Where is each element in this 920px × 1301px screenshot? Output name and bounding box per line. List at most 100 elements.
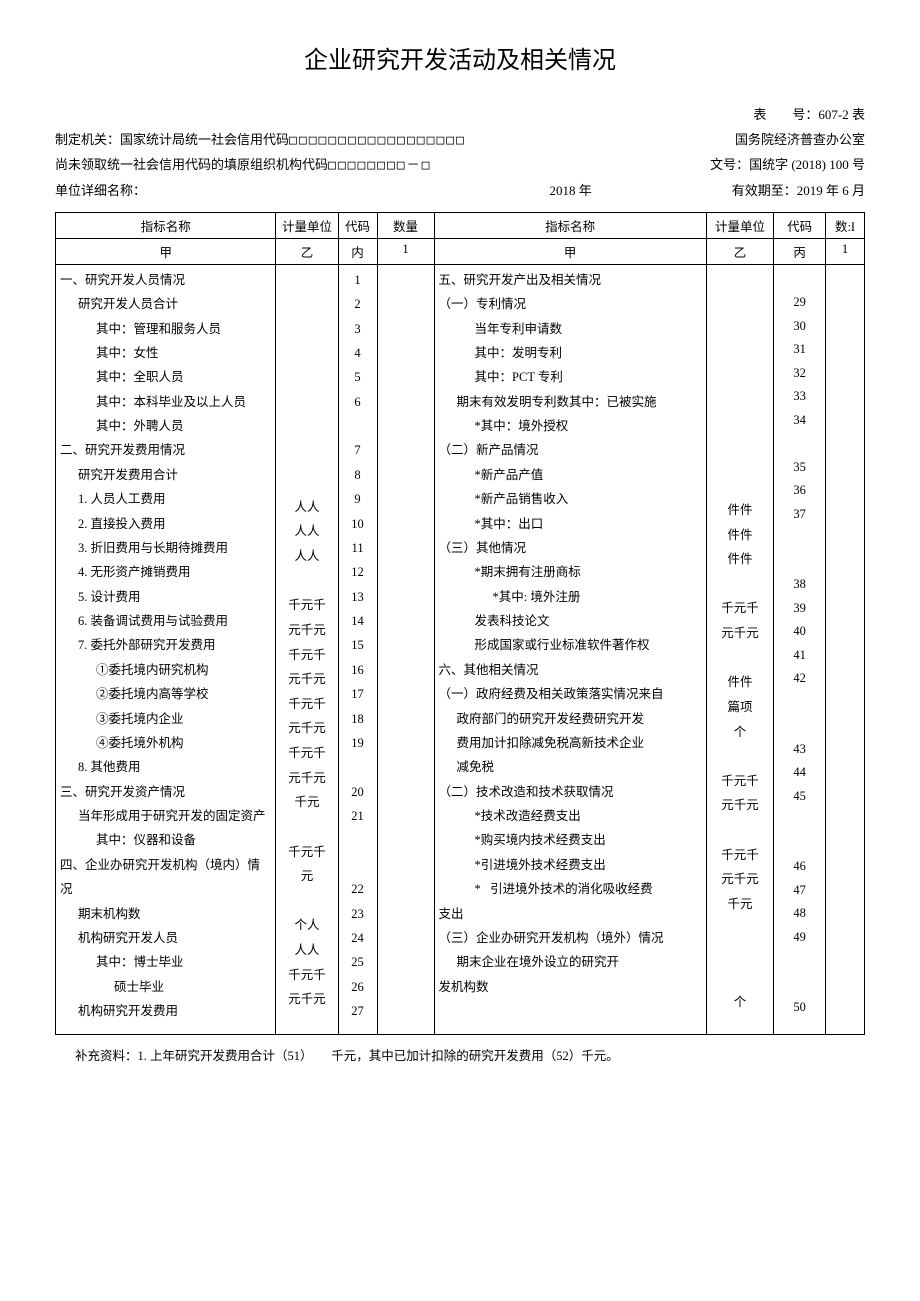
l-r29: 硕士毕业 — [60, 975, 271, 999]
l-r13: 4. 无形资产摊销费用 — [60, 560, 271, 584]
org-boxes: □□□□□□□□－□ — [328, 158, 431, 173]
l-r28: 其中：博士毕业 — [60, 950, 271, 974]
l-r15: 6. 装备调试费用与试验费用 — [60, 609, 271, 633]
agency: 国家统计局 — [120, 132, 185, 147]
r-r8: （二）新产品情况 — [439, 438, 702, 462]
l-r21: 8. 其他费用 — [60, 755, 271, 779]
l-r19: ③委托境内企业 — [60, 707, 271, 731]
r-r22: （二）技术改造和技术获取情况 — [439, 780, 702, 804]
unit-label: 单位详细名称： — [55, 179, 146, 204]
agency-label: 制定机关： — [55, 132, 120, 147]
page-title: 企业研究开发活动及相关情况 — [55, 40, 865, 75]
sub-jia-r: 甲 — [434, 238, 706, 264]
sub-nei: 内 — [338, 238, 377, 264]
r-r27: 支出 — [439, 902, 702, 926]
hdr-indicator-r: 指标名称 — [434, 212, 706, 238]
l-r7: 其中：外聘人员 — [60, 414, 271, 438]
right-qty — [826, 264, 865, 1034]
l-r17: ①委托境内研究机构 — [60, 658, 271, 682]
l-r9: 研究开发费用合计 — [60, 463, 271, 487]
hdr-indicator-l: 指标名称 — [56, 212, 276, 238]
r-r10: *新产品销售收入 — [439, 487, 702, 511]
hdr-code-r: 代码 — [774, 212, 826, 238]
r-r25: *引进境外技术经费支出 — [439, 853, 702, 877]
r-r29: 期末企业在境外设立的研究开 — [439, 950, 702, 974]
not-obtained: 尚未领取统一社会信用代码的填原组织机构代码 — [55, 157, 328, 172]
office: 国务院经济普查办公室 — [715, 128, 865, 154]
r-r20: 费用加计扣除减免税高新技术企业 — [439, 731, 702, 755]
doc-no: 国统字 (2018) 100 号 — [749, 157, 865, 172]
r-r24: *购买境内技术经费支出 — [439, 828, 702, 852]
l-r26: 期末机构数 — [60, 902, 271, 926]
hdr-qty-r: 数:I — [826, 212, 865, 238]
valid: 2019 年 6 月 — [797, 183, 865, 198]
sub-yi-r: 乙 — [706, 238, 773, 264]
footnote: 补充资料：1. 上年研究开发费用合计（51） 千元，其中已加计扣除的研究开发费用… — [55, 1045, 865, 1064]
meta-block: 表 号：607-2 表 制定机关：国家统计局统一社会信用代码□□□□□□□□□□… — [55, 103, 865, 204]
l-r1: 一、研究开发人员情况 — [60, 268, 271, 292]
l-r6: 其中：本科毕业及以上人员 — [60, 390, 271, 414]
usc-boxes: □□□□□□□□□□□□□□□□□□ — [289, 133, 466, 148]
r-r3: 当年专利申请数 — [439, 317, 702, 341]
l-r14: 5. 设计费用 — [60, 585, 271, 609]
l-r12: 3. 折旧费用与长期待摊费用 — [60, 536, 271, 560]
l-r25: 四、企业办研究开发机构（境内）情况 — [60, 853, 271, 902]
year: 2018 年 — [549, 179, 711, 204]
r-r21: 减免税 — [439, 755, 702, 779]
l-r10: 1. 人员人工费用 — [60, 487, 271, 511]
left-codes: 1 2 3 4 5 6 7 8 9 10 11 12 13 14 15 16 1… — [338, 264, 377, 1034]
r-r14: *其中: 境外注册 — [439, 585, 702, 609]
r-r17: 六、其他相关情况 — [439, 658, 702, 682]
valid-label: 有效期至： — [732, 183, 797, 198]
l-r22: 三、研究开发资产情况 — [60, 780, 271, 804]
r-r1: 五、研究开发产出及相关情况 — [439, 268, 702, 292]
right-indicators: 五、研究开发产出及相关情况 （一）专利情况 当年专利申请数 其中：发明专利 其中… — [434, 264, 706, 1034]
hdr-unit-r: 计量单位 — [706, 212, 773, 238]
form-no-label: 表 号： — [753, 107, 818, 122]
r-r15: 发表科技论文 — [439, 609, 702, 633]
sub-jia-l: 甲 — [56, 238, 276, 264]
l-r11: 2. 直接投入费用 — [60, 512, 271, 536]
l-r20: ④委托境外机构 — [60, 731, 271, 755]
sub-bing: 丙 — [774, 238, 826, 264]
sub-yi-l: 乙 — [276, 238, 338, 264]
right-codes: 29 30 31 32 33 34 35 36 37 38 39 40 41 4… — [774, 264, 826, 1034]
l-r23: 当年形成用于研究开发的固定资产 — [60, 804, 271, 828]
l-r8: 二、研究开发费用情况 — [60, 438, 271, 462]
left-qty — [377, 264, 434, 1034]
l-r18: ②委托境内高等学校 — [60, 682, 271, 706]
r-r13: *期末拥有注册商标 — [439, 560, 702, 584]
usc-label: 统一社会信用代码 — [185, 132, 289, 147]
r-r18: （一）政府经费及相关政策落实情况来自 — [439, 682, 702, 706]
r-r2: （一）专利情况 — [439, 292, 702, 316]
r-r19: 政府部门的研究开发经费研究开发 — [439, 707, 702, 731]
right-units: 件件 件件 件件 千元千 元千元 件件 篇项 个 千元千 元千元 千元千 元千元… — [706, 264, 773, 1034]
l-r5: 其中：全职人员 — [60, 365, 271, 389]
hdr-code-l: 代码 — [338, 212, 377, 238]
r-r16: 形成国家或行业标准软件著作权 — [439, 633, 702, 657]
r-r23: *技术改造经费支出 — [439, 804, 702, 828]
left-units: 人人 人人 人人 千元千 元千元 千元千 元千元 千元千 元千元 千元千 元千元… — [276, 264, 338, 1034]
l-r24: 其中：仪器和设备 — [60, 828, 271, 852]
sub-one-l: 1 — [377, 238, 434, 264]
l-r30: 机构研究开发费用 — [60, 999, 271, 1023]
main-table: 指标名称 计量单位 代码 数量 指标名称 计量单位 代码 数:I 甲 乙 内 1… — [55, 212, 865, 1035]
form-no: 607-2 表 — [818, 107, 865, 122]
r-r9: *新产品产值 — [439, 463, 702, 487]
sub-one-r: 1 — [826, 238, 865, 264]
r-r12: （三）其他情况 — [439, 536, 702, 560]
l-r4: 其中：女性 — [60, 341, 271, 365]
left-indicators: 一、研究开发人员情况 研究开发人员合计 其中：管理和服务人员 其中：女性 其中：… — [56, 264, 276, 1034]
l-r3: 其中：管理和服务人员 — [60, 317, 271, 341]
l-r27: 机构研究开发人员 — [60, 926, 271, 950]
r-r6: 期末有效发明专利数其中：已被实施 — [439, 390, 702, 414]
r-r30: 发机构数 — [439, 975, 702, 999]
r-r7: *其中：境外授权 — [439, 414, 702, 438]
doc-label: 文号： — [710, 157, 749, 172]
l-r2: 研究开发人员合计 — [60, 292, 271, 316]
r-r11: *其中：出口 — [439, 512, 702, 536]
hdr-qty-l: 数量 — [377, 212, 434, 238]
l-r16: 7. 委托外部研究开发费用 — [60, 633, 271, 657]
r-r5: 其中：PCT 专利 — [439, 365, 702, 389]
r-r26: * 引进境外技术的消化吸收经费 — [439, 877, 702, 901]
